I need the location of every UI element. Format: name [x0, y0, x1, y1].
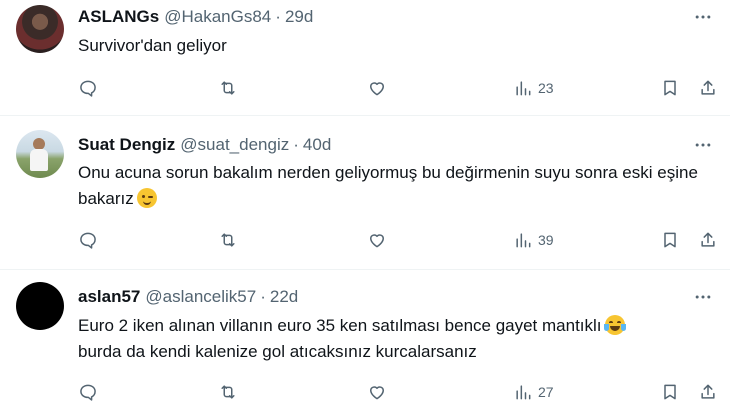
views-count: 23 — [538, 80, 554, 96]
avatar[interactable] — [16, 282, 64, 330]
tweet-text-segment: Euro 2 iken alınan villanın euro 35 ken … — [78, 316, 602, 335]
tweet-header: Suat Dengiz @suat_dengiz · 40d — [78, 134, 331, 156]
retweet-button[interactable] — [218, 380, 238, 404]
tweet-text-line: Euro 2 iken alınan villanın euro 35 ken … — [78, 313, 710, 339]
views-chart-icon — [516, 233, 531, 248]
display-name[interactable]: Suat Dengiz — [78, 135, 175, 155]
reply-button[interactable] — [78, 380, 98, 404]
retweet-icon — [221, 81, 235, 95]
share-icon — [701, 80, 715, 95]
more-horizontal-icon[interactable] — [692, 286, 714, 308]
tweet-actions: 23 — [78, 76, 718, 100]
bookmark-button[interactable] — [660, 76, 680, 100]
views-button[interactable]: 39 — [513, 228, 554, 252]
like-button[interactable] — [367, 228, 387, 252]
display-name[interactable]: aslan57 — [78, 287, 140, 307]
bookmark-button[interactable] — [660, 228, 680, 252]
tweet-text-line: burda da kendi kalenize gol atıcaksınız … — [78, 342, 477, 361]
reply-icon — [80, 232, 96, 249]
tweet-header: aslan57 @aslancelik57 · 22d — [78, 286, 298, 308]
user-handle[interactable]: @suat_dengiz — [180, 135, 289, 155]
heart-icon — [370, 234, 384, 248]
separator-dot: · — [293, 135, 299, 154]
separator-dot: · — [260, 287, 266, 306]
more-horizontal-icon[interactable] — [692, 134, 714, 156]
avatar[interactable] — [16, 130, 64, 178]
share-button[interactable] — [698, 76, 718, 100]
separator-dot: · — [275, 7, 281, 26]
tweet[interactable]: aslan57 @aslancelik57 · 22d Euro 2 iken … — [0, 270, 730, 420]
bookmark-icon — [664, 232, 676, 248]
like-button[interactable] — [367, 76, 387, 100]
winking-face-emoji — [136, 188, 157, 208]
avatar[interactable] — [16, 5, 64, 53]
timestamp[interactable]: 40d — [303, 135, 331, 155]
more-horizontal-icon[interactable] — [692, 6, 714, 28]
tweet-text: Euro 2 iken alınan villanın euro 35 ken … — [78, 313, 710, 365]
timestamp[interactable]: 29d — [285, 7, 313, 27]
bookmark-icon — [664, 80, 676, 96]
share-icon — [701, 384, 715, 399]
reply-icon — [80, 384, 96, 401]
reply-icon — [80, 80, 96, 97]
share-button[interactable] — [698, 228, 718, 252]
user-handle[interactable]: @aslancelik57 — [145, 287, 256, 307]
bookmark-button[interactable] — [660, 380, 680, 404]
tweet-text-line: Survivor'dan geliyor — [78, 36, 227, 55]
face-with-tears-of-joy-emoji — [603, 315, 626, 335]
heart-icon — [370, 386, 384, 400]
like-button[interactable] — [367, 380, 387, 404]
user-handle[interactable]: @HakanGs84 — [164, 7, 271, 27]
views-chart-icon — [516, 81, 531, 96]
tweet[interactable]: Suat Dengiz @suat_dengiz · 40d Onu acuna… — [0, 116, 730, 270]
tweet[interactable]: ASLANGs @HakanGs84 · 29d Survivor'dan ge… — [0, 0, 730, 116]
share-icon — [701, 232, 715, 247]
tweet-header: ASLANGs @HakanGs84 · 29d — [78, 6, 313, 28]
reply-button[interactable] — [78, 76, 98, 100]
views-count: 39 — [538, 232, 554, 248]
views-count: 27 — [538, 384, 554, 400]
tweet-text: Survivor'dan geliyor — [78, 33, 710, 59]
retweet-icon — [221, 385, 235, 399]
views-chart-icon — [516, 385, 531, 400]
retweet-button[interactable] — [218, 228, 238, 252]
tweet-actions: 27 — [78, 380, 718, 404]
display-name[interactable]: ASLANGs — [78, 7, 159, 27]
heart-icon — [370, 82, 384, 96]
views-button[interactable]: 23 — [513, 76, 554, 100]
tweet-text: Onu acuna sorun bakalım nerden geliyormu… — [78, 160, 710, 212]
views-button[interactable]: 27 — [513, 380, 554, 404]
bookmark-icon — [664, 384, 676, 400]
retweet-button[interactable] — [218, 76, 238, 100]
reply-button[interactable] — [78, 228, 98, 252]
retweet-icon — [221, 233, 235, 247]
tweet-text-line: Onu acuna sorun bakalım nerden geliyormu… — [78, 163, 698, 208]
share-button[interactable] — [698, 380, 718, 404]
tweet-actions: 39 — [78, 228, 718, 252]
timestamp[interactable]: 22d — [270, 287, 298, 307]
